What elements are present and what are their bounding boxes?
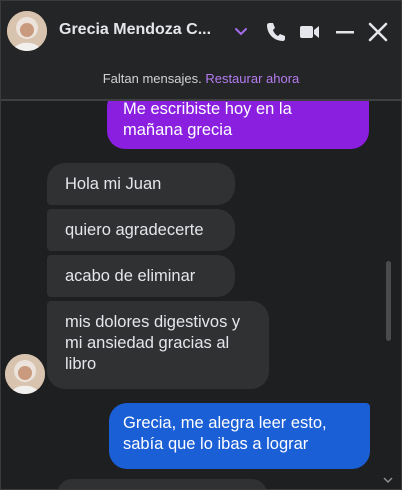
video-icon[interactable]: [299, 21, 321, 43]
message-list[interactable]: Me escribiste hoy en la mañana grecia Ho…: [1, 101, 401, 489]
restore-now-link[interactable]: Restaurar ahora: [205, 71, 299, 86]
scrollbar-thumb[interactable]: [386, 261, 391, 341]
minimize-icon[interactable]: [334, 21, 356, 43]
contact-name[interactable]: Grecia Mendoza C...: [59, 21, 229, 39]
sender-avatar[interactable]: [5, 354, 45, 394]
banner-text: Faltan mensajes.: [102, 71, 206, 86]
message-bubble-incoming[interactable]: mis dolores digestivos y mi ansiedad gra…: [47, 301, 269, 389]
close-icon[interactable]: [367, 21, 389, 43]
message-bubble-outgoing[interactable]: Me escribiste hoy en la mañana grecia: [107, 101, 369, 149]
contact-avatar[interactable]: [7, 11, 47, 51]
message-bubble-incoming-partial: [57, 479, 267, 489]
missing-messages-banner: Faltan mensajes. Restaurar ahora: [1, 63, 401, 101]
scroll-down-icon[interactable]: [383, 475, 393, 485]
chevron-down-icon[interactable]: [233, 23, 249, 39]
message-bubble-incoming[interactable]: acabo de eliminar: [47, 255, 235, 297]
message-bubble-incoming[interactable]: quiero agradecerte: [47, 209, 235, 251]
chat-header: Grecia Mendoza C...: [1, 1, 401, 63]
message-bubble-incoming[interactable]: Hola mi Juan: [47, 163, 235, 205]
message-bubble-outgoing[interactable]: Grecia, me alegra leer esto, sabía que l…: [109, 403, 370, 469]
phone-icon[interactable]: [265, 21, 287, 43]
